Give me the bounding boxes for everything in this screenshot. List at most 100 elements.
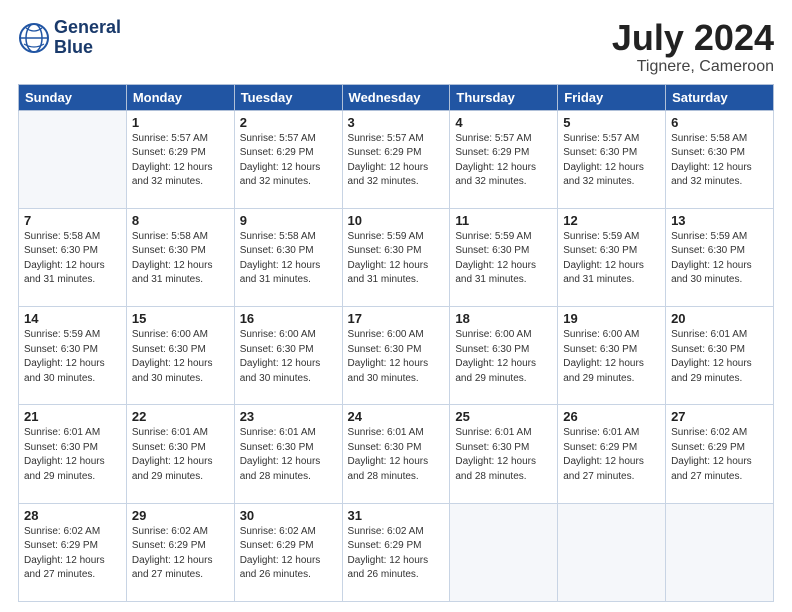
- calendar-cell: 11 Sunrise: 5:59 AM Sunset: 6:30 PM Dayli…: [450, 208, 558, 306]
- cell-info: Sunrise: 5:58 AM Sunset: 6:30 PM Dayligh…: [24, 230, 121, 288]
- cell-info: Sunrise: 5:58 AM Sunset: 6:30 PM Dayligh…: [132, 230, 229, 288]
- calendar-cell: 12 Sunrise: 5:59 AM Sunset: 6:30 PM Dayli…: [558, 208, 666, 306]
- calendar-cell: 1 Sunrise: 5:57 AM Sunset: 6:29 PM Daylig…: [126, 110, 234, 208]
- cell-info: Sunrise: 6:01 AM Sunset: 6:30 PM Dayligh…: [455, 426, 552, 484]
- day-number: 6: [671, 115, 768, 130]
- day-number: 14: [24, 311, 121, 326]
- cell-info: Sunrise: 5:59 AM Sunset: 6:30 PM Dayligh…: [24, 328, 121, 386]
- calendar-cell: 8 Sunrise: 5:58 AM Sunset: 6:30 PM Daylig…: [126, 208, 234, 306]
- calendar-cell: 31 Sunrise: 6:02 AM Sunset: 6:29 PM Dayli…: [342, 503, 450, 601]
- col-header-wednesday: Wednesday: [342, 84, 450, 110]
- cell-info: Sunrise: 6:01 AM Sunset: 6:30 PM Dayligh…: [24, 426, 121, 484]
- calendar-cell: 29 Sunrise: 6:02 AM Sunset: 6:29 PM Dayli…: [126, 503, 234, 601]
- cell-info: Sunrise: 6:00 AM Sunset: 6:30 PM Dayligh…: [455, 328, 552, 386]
- day-number: 3: [348, 115, 445, 130]
- calendar-cell: 18 Sunrise: 6:00 AM Sunset: 6:30 PM Dayli…: [450, 307, 558, 405]
- day-number: 13: [671, 213, 768, 228]
- calendar-cell: [558, 503, 666, 601]
- cell-info: Sunrise: 5:59 AM Sunset: 6:30 PM Dayligh…: [671, 230, 768, 288]
- day-number: 7: [24, 213, 121, 228]
- calendar-cell: 10 Sunrise: 5:59 AM Sunset: 6:30 PM Dayli…: [342, 208, 450, 306]
- calendar-body: 1 Sunrise: 5:57 AM Sunset: 6:29 PM Daylig…: [19, 110, 774, 601]
- cell-info: Sunrise: 5:57 AM Sunset: 6:29 PM Dayligh…: [240, 132, 337, 190]
- day-number: 18: [455, 311, 552, 326]
- cell-info: Sunrise: 6:02 AM Sunset: 6:29 PM Dayligh…: [240, 525, 337, 583]
- day-number: 25: [455, 409, 552, 424]
- col-header-monday: Monday: [126, 84, 234, 110]
- day-number: 17: [348, 311, 445, 326]
- logo-globe-icon: [18, 22, 50, 54]
- calendar-cell: 16 Sunrise: 6:00 AM Sunset: 6:30 PM Dayli…: [234, 307, 342, 405]
- week-row-3: 14 Sunrise: 5:59 AM Sunset: 6:30 PM Dayli…: [19, 307, 774, 405]
- day-number: 26: [563, 409, 660, 424]
- cell-info: Sunrise: 6:01 AM Sunset: 6:30 PM Dayligh…: [671, 328, 768, 386]
- day-number: 15: [132, 311, 229, 326]
- col-header-sunday: Sunday: [19, 84, 127, 110]
- cell-info: Sunrise: 6:01 AM Sunset: 6:30 PM Dayligh…: [348, 426, 445, 484]
- cell-info: Sunrise: 5:57 AM Sunset: 6:29 PM Dayligh…: [132, 132, 229, 190]
- day-number: 2: [240, 115, 337, 130]
- col-header-saturday: Saturday: [666, 84, 774, 110]
- day-number: 31: [348, 508, 445, 523]
- calendar-cell: 19Sunrise: 6:00 AM Sunset: 6:30 PM Dayli…: [558, 307, 666, 405]
- calendar-table: SundayMondayTuesdayWednesdayThursdayFrid…: [18, 84, 774, 602]
- cell-info: Sunrise: 5:59 AM Sunset: 6:30 PM Dayligh…: [455, 230, 552, 288]
- cell-info: Sunrise: 5:59 AM Sunset: 6:30 PM Dayligh…: [563, 230, 660, 288]
- header: GeneralBlue July 2024 Tignere, Cameroon: [18, 18, 774, 76]
- day-number: 16: [240, 311, 337, 326]
- day-number: 1: [132, 115, 229, 130]
- calendar-cell: 9Sunrise: 5:58 AM Sunset: 6:30 PM Daylig…: [234, 208, 342, 306]
- cell-info: Sunrise: 6:00 AM Sunset: 6:30 PM Dayligh…: [348, 328, 445, 386]
- sub-title: Tignere, Cameroon: [612, 58, 774, 76]
- cell-info: Sunrise: 6:00 AM Sunset: 6:30 PM Dayligh…: [132, 328, 229, 386]
- day-number: 23: [240, 409, 337, 424]
- col-header-friday: Friday: [558, 84, 666, 110]
- cell-info: Sunrise: 5:59 AM Sunset: 6:30 PM Dayligh…: [348, 230, 445, 288]
- calendar-cell: 7 Sunrise: 5:58 AM Sunset: 6:30 PM Daylig…: [19, 208, 127, 306]
- calendar-cell: 20Sunrise: 6:01 AM Sunset: 6:30 PM Dayli…: [666, 307, 774, 405]
- calendar-cell: 17 Sunrise: 6:00 AM Sunset: 6:30 PM Dayli…: [342, 307, 450, 405]
- day-number: 8: [132, 213, 229, 228]
- calendar-cell: [450, 503, 558, 601]
- calendar-cell: 28Sunrise: 6:02 AM Sunset: 6:29 PM Dayli…: [19, 503, 127, 601]
- column-headers: SundayMondayTuesdayWednesdayThursdayFrid…: [19, 84, 774, 110]
- calendar-cell: 15 Sunrise: 6:00 AM Sunset: 6:30 PM Dayli…: [126, 307, 234, 405]
- week-row-2: 7 Sunrise: 5:58 AM Sunset: 6:30 PM Daylig…: [19, 208, 774, 306]
- week-row-5: 28 Sunrise: 6:02 AM Sunset: 6:29 PM Dayli…: [19, 503, 774, 601]
- cell-info: Sunrise: 6:00 AM Sunset: 6:30 PM Dayligh…: [240, 328, 337, 386]
- calendar-cell: [666, 503, 774, 601]
- cell-info: Sunrise: 5:58 AM Sunset: 6:30 PM Dayligh…: [671, 132, 768, 190]
- main-title: July 2024: [612, 18, 774, 58]
- week-row-4: 21Sunrise: 6:01 AM Sunset: 6:30 PM Dayli…: [19, 405, 774, 503]
- calendar-cell: 14 Sunrise: 5:59 AM Sunset: 6:30 PM Dayli…: [19, 307, 127, 405]
- calendar-cell: [19, 110, 127, 208]
- cell-info: Sunrise: 5:57 AM Sunset: 6:29 PM Dayligh…: [455, 132, 552, 190]
- calendar-cell: 2 Sunrise: 5:57 AM Sunset: 6:29 PM Daylig…: [234, 110, 342, 208]
- cell-info: Sunrise: 5:58 AM Sunset: 6:30 PM Dayligh…: [240, 230, 337, 288]
- cell-info: Sunrise: 6:01 AM Sunset: 6:30 PM Dayligh…: [132, 426, 229, 484]
- day-number: 5: [563, 115, 660, 130]
- calendar-cell: 5Sunrise: 5:57 AM Sunset: 6:30 PM Daylig…: [558, 110, 666, 208]
- week-row-1: 1 Sunrise: 5:57 AM Sunset: 6:29 PM Daylig…: [19, 110, 774, 208]
- title-block: July 2024 Tignere, Cameroon: [612, 18, 774, 76]
- day-number: 27: [671, 409, 768, 424]
- calendar-cell: 25 Sunrise: 6:01 AM Sunset: 6:30 PM Dayli…: [450, 405, 558, 503]
- calendar-cell: 13 Sunrise: 5:59 AM Sunset: 6:30 PM Dayli…: [666, 208, 774, 306]
- cell-info: Sunrise: 6:02 AM Sunset: 6:29 PM Dayligh…: [348, 525, 445, 583]
- day-number: 28: [24, 508, 121, 523]
- day-number: 29: [132, 508, 229, 523]
- calendar-cell: 24Sunrise: 6:01 AM Sunset: 6:30 PM Dayli…: [342, 405, 450, 503]
- day-number: 12: [563, 213, 660, 228]
- calendar-cell: 23Sunrise: 6:01 AM Sunset: 6:30 PM Dayli…: [234, 405, 342, 503]
- day-number: 11: [455, 213, 552, 228]
- col-header-thursday: Thursday: [450, 84, 558, 110]
- logo: GeneralBlue: [18, 18, 121, 58]
- calendar-cell: 3Sunrise: 5:57 AM Sunset: 6:29 PM Daylig…: [342, 110, 450, 208]
- cell-info: Sunrise: 6:02 AM Sunset: 6:29 PM Dayligh…: [132, 525, 229, 583]
- calendar-cell: 26Sunrise: 6:01 AM Sunset: 6:29 PM Dayli…: [558, 405, 666, 503]
- calendar-cell: 21Sunrise: 6:01 AM Sunset: 6:30 PM Dayli…: [19, 405, 127, 503]
- col-header-tuesday: Tuesday: [234, 84, 342, 110]
- day-number: 10: [348, 213, 445, 228]
- day-number: 30: [240, 508, 337, 523]
- calendar-cell: 6 Sunrise: 5:58 AM Sunset: 6:30 PM Daylig…: [666, 110, 774, 208]
